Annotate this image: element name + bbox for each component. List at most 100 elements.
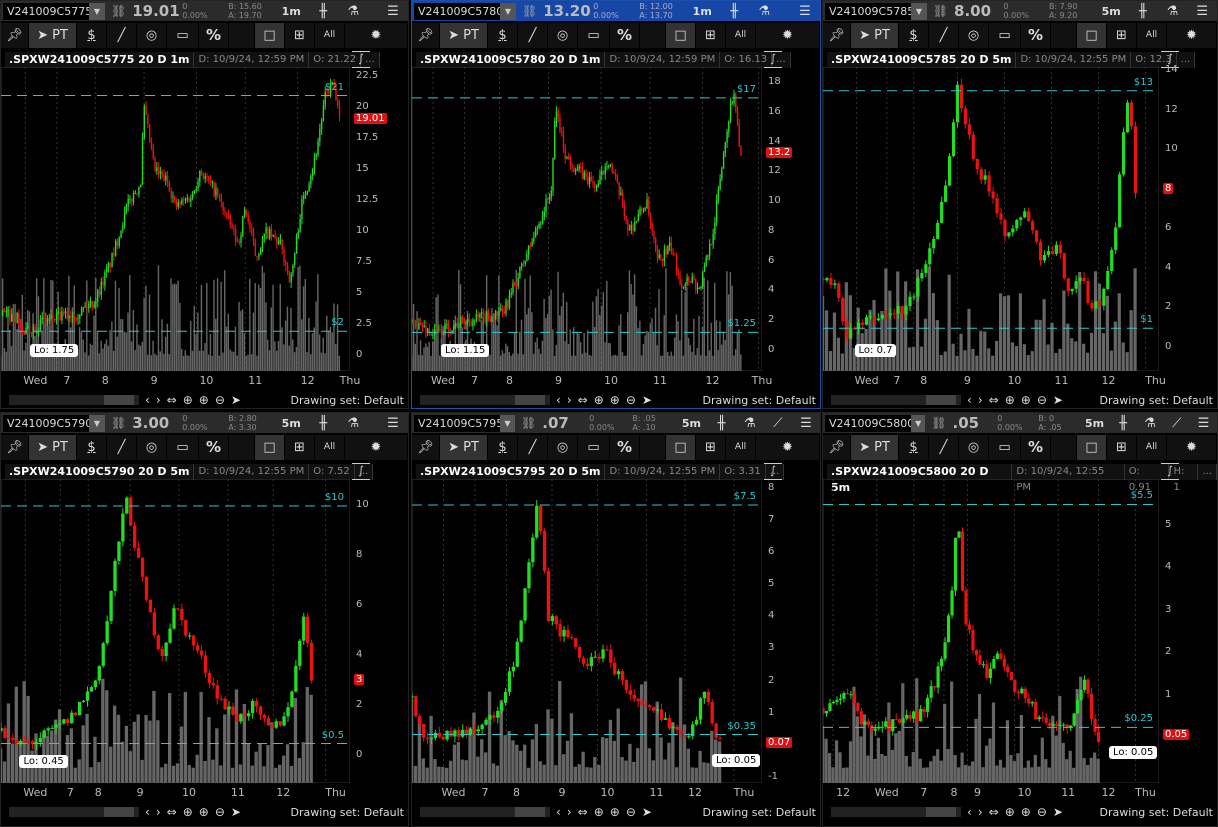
zoom-in-icon[interactable]: ⊕ bbox=[1021, 393, 1031, 407]
scroll-left-icon[interactable]: ‹ bbox=[556, 805, 561, 819]
link-icon[interactable]: ⛓ bbox=[111, 416, 126, 430]
scroll-left-icon[interactable]: ‹ bbox=[967, 393, 972, 407]
zoom-out-icon[interactable]: ⊖ bbox=[626, 805, 636, 819]
zoom-in-icon[interactable]: ⊕ bbox=[199, 805, 209, 819]
cursor-icon[interactable]: ➤ bbox=[642, 393, 652, 407]
style-toggle-icon[interactable]: ∫ bbox=[764, 51, 782, 68]
scroll-right-icon[interactable]: › bbox=[978, 393, 983, 407]
single-layout-button[interactable]: □ bbox=[666, 23, 696, 48]
symbol-input[interactable]: V241009C5790 bbox=[3, 414, 92, 432]
single-layout-button[interactable]: □ bbox=[255, 23, 285, 48]
zoom-out-icon[interactable]: ⊖ bbox=[1037, 805, 1047, 819]
scroll-thumb[interactable] bbox=[104, 395, 134, 405]
crosshair-icon[interactable]: ⊕ bbox=[594, 393, 604, 407]
cursor-icon[interactable]: ➤ bbox=[642, 805, 652, 819]
price-chart[interactable] bbox=[1, 67, 350, 371]
trendline-tool[interactable]: ╱ bbox=[518, 23, 548, 48]
menu-icon[interactable]: ☰ bbox=[378, 4, 408, 19]
scroll-left-icon[interactable]: ‹ bbox=[145, 393, 150, 407]
grid-layout-icon[interactable]: ⊞ bbox=[1107, 435, 1137, 460]
pin-icon[interactable]: 📌︎ bbox=[823, 23, 851, 48]
crosshair-icon[interactable]: ⊕ bbox=[183, 805, 193, 819]
all-button[interactable]: All bbox=[1137, 435, 1167, 460]
symbol-dropdown-icon[interactable]: ▼ bbox=[500, 414, 516, 432]
trendline-tool[interactable]: ╱ bbox=[929, 23, 959, 48]
scroll-right-icon[interactable]: › bbox=[978, 805, 983, 819]
menu-icon[interactable]: ☰ bbox=[792, 416, 820, 431]
price-level-tool[interactable]: $ bbox=[488, 23, 518, 48]
zoom-in-icon[interactable]: ⊕ bbox=[610, 393, 620, 407]
symbol-dropdown-icon[interactable]: ▼ bbox=[911, 414, 926, 432]
style-toggle-icon[interactable]: ∫ bbox=[352, 463, 370, 480]
rectangle-tool[interactable]: ▭ bbox=[167, 435, 199, 460]
all-button[interactable]: All bbox=[315, 435, 345, 460]
circle-tool[interactable]: ◎ bbox=[137, 435, 167, 460]
zoom-out-icon[interactable]: ⊖ bbox=[1037, 393, 1047, 407]
gear-icon[interactable]: ✹ bbox=[1167, 435, 1217, 460]
all-button[interactable]: All bbox=[1137, 23, 1167, 48]
candle-style-icon[interactable]: ╫ bbox=[1128, 4, 1158, 19]
price-chart[interactable] bbox=[412, 479, 762, 783]
rectangle-tool[interactable]: ▭ bbox=[578, 435, 610, 460]
studies-flask-icon[interactable]: ⚗ bbox=[749, 4, 779, 19]
single-layout-button[interactable]: □ bbox=[666, 435, 696, 460]
circle-tool[interactable]: ◎ bbox=[959, 23, 989, 48]
drawings-icon[interactable]: ⟋ bbox=[1163, 416, 1190, 431]
price-level-tool[interactable]: $ bbox=[77, 23, 107, 48]
percent-tool[interactable]: % bbox=[1021, 435, 1051, 460]
single-layout-button[interactable]: □ bbox=[255, 435, 285, 460]
candle-style-icon[interactable]: ╫ bbox=[707, 416, 735, 431]
gear-icon[interactable]: ✹ bbox=[756, 435, 820, 460]
percent-tool[interactable]: % bbox=[1021, 23, 1051, 48]
price-chart[interactable] bbox=[823, 479, 1159, 783]
link-icon[interactable]: ⛓ bbox=[933, 4, 948, 18]
symbol-dropdown-icon[interactable]: ▼ bbox=[89, 414, 105, 432]
time-scrollbar[interactable] bbox=[9, 807, 139, 817]
crosshair-icon[interactable]: ⊕ bbox=[594, 805, 604, 819]
pointer-tool[interactable]: ➤ PT bbox=[851, 435, 899, 460]
scroll-right-icon[interactable]: › bbox=[156, 393, 161, 407]
time-scrollbar[interactable] bbox=[9, 395, 139, 405]
symbol-input[interactable]: V241009C5785 bbox=[825, 2, 914, 20]
menu-icon[interactable]: ☰ bbox=[790, 4, 820, 19]
timeframe-button[interactable]: 5m bbox=[676, 417, 708, 430]
zoom-in-icon[interactable]: ⊕ bbox=[199, 393, 209, 407]
scroll-thumb[interactable] bbox=[515, 807, 545, 817]
timeframe-button[interactable]: 5m bbox=[274, 417, 308, 430]
time-scrollbar[interactable] bbox=[831, 807, 961, 817]
timeframe-button[interactable]: 1m bbox=[274, 5, 308, 18]
expand-time-icon[interactable]: ⇔ bbox=[167, 805, 177, 819]
gear-icon[interactable]: ✹ bbox=[1167, 23, 1217, 48]
circle-tool[interactable]: ◎ bbox=[548, 23, 578, 48]
circle-tool[interactable]: ◎ bbox=[137, 23, 167, 48]
scroll-right-icon[interactable]: › bbox=[156, 805, 161, 819]
scroll-right-icon[interactable]: › bbox=[567, 393, 572, 407]
link-icon[interactable]: ⛓ bbox=[931, 416, 946, 430]
cursor-icon[interactable]: ➤ bbox=[231, 805, 241, 819]
circle-tool[interactable]: ◎ bbox=[548, 435, 578, 460]
style-toggle-icon[interactable]: ∫ bbox=[764, 463, 782, 480]
all-button[interactable]: All bbox=[726, 435, 756, 460]
all-button[interactable]: All bbox=[726, 23, 756, 48]
drawing-set-selector[interactable]: Drawing set: Default bbox=[1100, 806, 1213, 819]
percent-tool[interactable]: % bbox=[199, 23, 229, 48]
studies-flask-icon[interactable]: ⚗ bbox=[338, 416, 368, 431]
scroll-thumb[interactable] bbox=[104, 807, 134, 817]
time-scrollbar[interactable] bbox=[420, 807, 550, 817]
zoom-out-icon[interactable]: ⊖ bbox=[626, 393, 636, 407]
scroll-thumb[interactable] bbox=[926, 807, 956, 817]
pin-icon[interactable]: 📌︎ bbox=[1, 435, 29, 460]
style-toggle-icon[interactable]: ∫ bbox=[1161, 463, 1179, 480]
pointer-tool[interactable]: ➤ PT bbox=[29, 23, 77, 48]
zoom-in-icon[interactable]: ⊕ bbox=[610, 805, 620, 819]
grid-layout-icon[interactable]: ⊞ bbox=[285, 435, 315, 460]
drawing-set-selector[interactable]: Drawing set: Default bbox=[291, 394, 404, 407]
scroll-left-icon[interactable]: ‹ bbox=[556, 393, 561, 407]
timeframe-button[interactable]: 5m bbox=[1094, 5, 1128, 18]
scroll-thumb[interactable] bbox=[515, 395, 545, 405]
single-layout-button[interactable]: □ bbox=[1077, 435, 1107, 460]
pin-icon[interactable]: 📌︎ bbox=[412, 435, 440, 460]
expand-time-icon[interactable]: ⇔ bbox=[167, 393, 177, 407]
symbol-dropdown-icon[interactable]: ▼ bbox=[500, 2, 516, 20]
pin-icon[interactable]: 📌︎ bbox=[412, 23, 440, 48]
